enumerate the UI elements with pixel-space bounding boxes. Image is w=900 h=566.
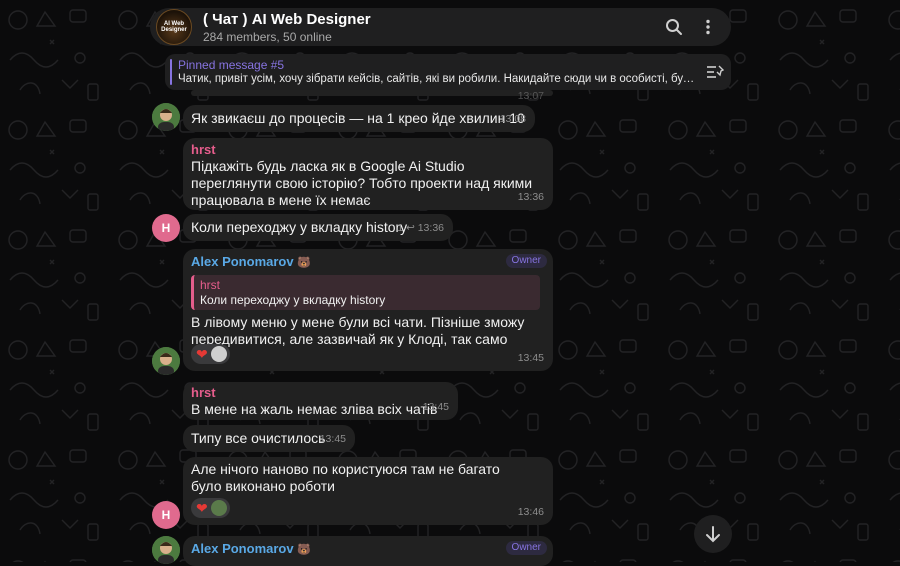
message-meta[interactable]: 1 ↩ 13:36 bbox=[397, 220, 444, 237]
message-bubble[interactable]: Як звикаєш до процесів — на 1 крео йде х… bbox=[183, 105, 535, 132]
message-time: 13:45 bbox=[517, 352, 544, 364]
reply-arrow-icon: ↩ bbox=[405, 222, 415, 234]
message-bubble[interactable]: Але нічого наново по користуюся там не б… bbox=[183, 457, 553, 525]
message-bubble[interactable]: Коли переходжу у вкладку history 1 ↩ 13:… bbox=[183, 214, 453, 241]
message-time: 13:46 bbox=[517, 506, 544, 518]
user-avatar[interactable] bbox=[152, 347, 180, 375]
reply-text: Коли переходжу у вкладку history bbox=[200, 293, 386, 307]
message-bubble[interactable]: hrst В мене на жаль немає зліва всіх чат… bbox=[183, 382, 458, 420]
more-vertical-icon bbox=[706, 19, 710, 35]
reaction-heart[interactable]: ❤ bbox=[191, 344, 230, 364]
user-photo-icon bbox=[152, 103, 180, 131]
search-button[interactable] bbox=[657, 10, 691, 44]
message-sender[interactable]: Alex Ponomarov 🐻 bbox=[191, 254, 545, 271]
more-options-button[interactable] bbox=[691, 10, 725, 44]
arrow-down-icon bbox=[706, 526, 720, 543]
owner-badge: Owner bbox=[505, 254, 547, 268]
message-time: 13:36 bbox=[517, 191, 544, 203]
message-time: 13:45 bbox=[319, 433, 346, 445]
reaction-heart[interactable]: ❤ bbox=[191, 498, 230, 518]
reply-sender: hrst bbox=[200, 278, 221, 292]
reactions-bar[interactable]: ❤ bbox=[191, 498, 230, 518]
heart-icon: ❤ bbox=[196, 499, 208, 516]
pinned-message-bar[interactable]: Pinned message #5 Чатик, привіт усім, хо… bbox=[165, 54, 731, 90]
sender-name: Alex Ponomarov bbox=[191, 541, 294, 556]
chat-header-info[interactable]: ( Чат ) AI Web Designer 284 members, 50 … bbox=[203, 11, 657, 44]
message-text: Як звикаєш до процесів — на 1 крео йде х… bbox=[191, 110, 525, 126]
reply-count: 1 bbox=[397, 222, 404, 234]
chat-member-count: 284 members, 50 online bbox=[203, 29, 332, 44]
sender-name: Alex Ponomarov bbox=[191, 254, 294, 269]
avatar-letter: H bbox=[161, 508, 171, 522]
chat-avatar-text: AI Web Designer bbox=[161, 21, 187, 33]
pinned-list-icon bbox=[707, 65, 724, 78]
pinned-indicator bbox=[170, 59, 172, 85]
user-avatar[interactable] bbox=[152, 536, 180, 564]
message-time: 13:36 bbox=[417, 222, 444, 234]
message-sender[interactable]: hrst bbox=[191, 142, 545, 158]
message-bubble[interactable]: Типу все очистилось 13:45 bbox=[183, 425, 355, 452]
message-time: 13:07 bbox=[517, 90, 544, 102]
heart-icon: ❤ bbox=[196, 345, 208, 362]
user-avatar[interactable]: H bbox=[152, 501, 180, 529]
message-sender[interactable]: Alex Ponomarov 🐻 bbox=[191, 541, 545, 558]
reactor-avatar bbox=[210, 346, 227, 362]
message-text: Типу все очистилось bbox=[191, 430, 326, 446]
reactor-avatar bbox=[210, 500, 227, 516]
user-avatar[interactable] bbox=[152, 103, 180, 131]
message-bubble[interactable]: hrst Підкажіть будь ласка як в Google Ai… bbox=[183, 138, 553, 210]
message-bubble-partial[interactable]: 13:07 bbox=[191, 90, 553, 102]
message-sender[interactable]: hrst bbox=[191, 385, 450, 401]
chat-title: ( Чат ) AI Web Designer bbox=[203, 10, 371, 28]
message-text: Але нічого наново по користуюся там не б… bbox=[191, 461, 500, 494]
search-icon bbox=[666, 19, 682, 35]
pinned-title: Pinned message #5 bbox=[178, 57, 285, 72]
pinned-list-button[interactable] bbox=[699, 64, 731, 80]
avatar-letter: H bbox=[161, 221, 171, 235]
owner-badge: Owner bbox=[505, 541, 547, 555]
message-text: Коли переходжу у вкладку history bbox=[191, 219, 408, 235]
message-text: Підкажіть будь ласка як в Google Ai Stud… bbox=[191, 158, 533, 208]
message-bubble[interactable]: Alex Ponomarov 🐻 Owner hrst Коли переход… bbox=[183, 249, 553, 371]
message-text: В лівому меню у мене були всі чати. Пізн… bbox=[191, 314, 525, 347]
pinned-text: Чатик, привіт усім, хочу зібрати кейсів,… bbox=[178, 72, 698, 85]
message-time: 13:45 bbox=[422, 401, 449, 413]
chat-avatar[interactable]: AI Web Designer bbox=[156, 9, 192, 45]
sender-emoji-icon: 🐻 bbox=[297, 257, 311, 269]
message-text: В мене на жаль немає зліва всіх чатів bbox=[191, 401, 438, 417]
user-photo-icon bbox=[152, 536, 180, 564]
sender-emoji-icon: 🐻 bbox=[297, 544, 311, 556]
reply-quote[interactable]: hrst Коли переходжу у вкладку history bbox=[191, 275, 540, 310]
user-avatar[interactable]: H bbox=[152, 214, 180, 242]
scroll-to-bottom-button[interactable] bbox=[694, 515, 732, 553]
reactions-bar[interactable]: ❤ bbox=[191, 344, 230, 364]
user-photo-icon bbox=[152, 347, 180, 375]
chat-header[interactable]: AI Web Designer ( Чат ) AI Web Designer … bbox=[150, 8, 731, 46]
message-time: 13:08 bbox=[499, 113, 526, 125]
